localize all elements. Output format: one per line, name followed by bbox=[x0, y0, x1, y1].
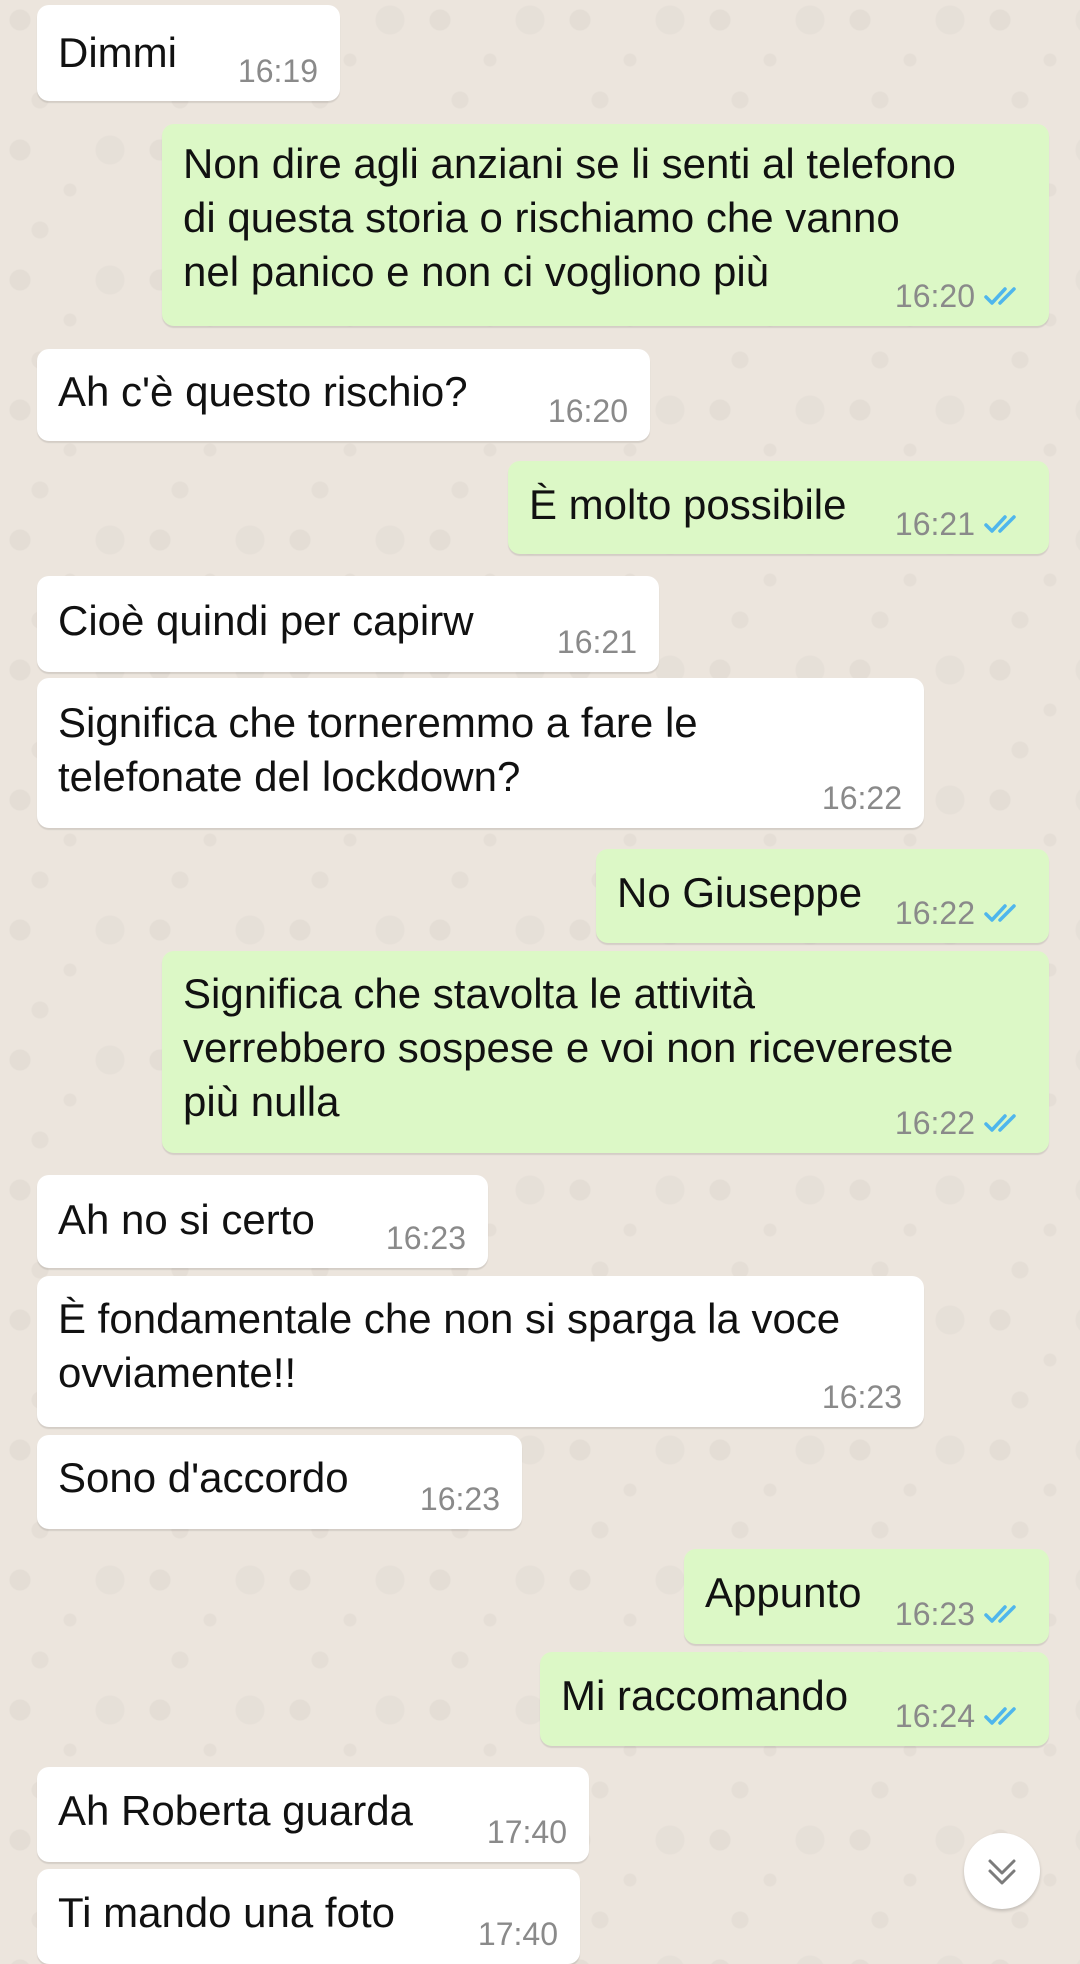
message-text: Mi raccomando bbox=[561, 1672, 849, 1719]
double-check-icon bbox=[984, 1114, 1016, 1132]
message-bubble[interactable]: Ah c'è questo rischio? 16:20 bbox=[37, 349, 650, 441]
message-meta: 16:23 bbox=[386, 1222, 466, 1254]
message-bubble[interactable]: Mi raccomando 16:24 bbox=[540, 1652, 1049, 1746]
message-time: 16:22 bbox=[894, 895, 975, 931]
message-meta: 16:23 bbox=[822, 1381, 902, 1413]
chevron-down-double-icon bbox=[988, 1859, 1016, 1885]
message-meta: 16:21 bbox=[895, 508, 1027, 540]
message-time: 16:23 bbox=[385, 1220, 466, 1256]
double-check-icon bbox=[984, 1707, 1016, 1725]
message-meta: 16:21 bbox=[557, 626, 637, 658]
message-text: Ah Roberta guarda bbox=[58, 1787, 413, 1834]
message-bubble[interactable]: Significa che torneremmo a fare le telef… bbox=[37, 678, 924, 828]
double-check-icon bbox=[984, 515, 1016, 533]
message-meta: 17:40 bbox=[487, 1816, 567, 1848]
message-time: 16:20 bbox=[894, 278, 975, 314]
message-meta: 16:22 bbox=[895, 1107, 1027, 1139]
double-check-icon bbox=[984, 287, 1016, 305]
message-text: Dimmi bbox=[58, 29, 177, 76]
message-meta: 16:20 bbox=[548, 395, 628, 427]
message-time: 16:22 bbox=[821, 780, 902, 816]
message-meta: 16:22 bbox=[895, 897, 1027, 929]
message-text: Cioè quindi per capirw bbox=[58, 597, 474, 644]
message-meta: 16:24 bbox=[895, 1700, 1027, 1732]
message-text: Significa che torneremmo a fare le telef… bbox=[58, 699, 698, 800]
message-meta: 16:19 bbox=[238, 55, 318, 87]
message-time: 16:22 bbox=[894, 1105, 975, 1141]
message-meta: 16:23 bbox=[895, 1598, 1027, 1630]
message-time: 16:23 bbox=[821, 1379, 902, 1415]
message-bubble[interactable]: Dimmi 16:19 bbox=[37, 5, 340, 101]
message-bubble[interactable]: Ah no si certo 16:23 bbox=[37, 1175, 488, 1268]
scroll-down-button[interactable] bbox=[964, 1833, 1040, 1909]
message-bubble[interactable]: Cioè quindi per capirw 16:21 bbox=[37, 576, 659, 672]
message-text: No Giuseppe bbox=[617, 869, 863, 916]
message-meta: 16:20 bbox=[895, 280, 1027, 312]
message-meta: 17:40 bbox=[478, 1918, 558, 1950]
message-time: 16:24 bbox=[894, 1698, 975, 1734]
message-text: Ah no si certo bbox=[58, 1196, 315, 1243]
message-bubble[interactable]: Significa che stavolta le attività verre… bbox=[162, 951, 1049, 1153]
message-text: Appunto bbox=[705, 1569, 862, 1616]
message-text: Significa che stavolta le attività verre… bbox=[183, 970, 954, 1125]
message-text: Sono d'accordo bbox=[58, 1454, 349, 1501]
message-time: 16:23 bbox=[894, 1596, 975, 1632]
message-time: 16:20 bbox=[547, 393, 628, 429]
message-text: È fondamentale che non si sparga la voce… bbox=[58, 1295, 841, 1396]
message-bubble[interactable]: È molto possibile 16:21 bbox=[508, 461, 1049, 554]
message-time: 16:21 bbox=[894, 506, 975, 542]
message-bubble[interactable]: È fondamentale che non si sparga la voce… bbox=[37, 1276, 924, 1427]
message-time: 16:21 bbox=[556, 624, 637, 660]
message-bubble[interactable]: Ah Roberta guarda 17:40 bbox=[37, 1767, 589, 1862]
message-bubble[interactable]: Non dire agli anziani se li senti al tel… bbox=[162, 124, 1049, 326]
message-meta: 16:22 bbox=[822, 782, 902, 814]
message-text: Ah c'è questo rischio? bbox=[58, 368, 468, 415]
message-list[interactable]: Dimmi 16:19 Non dire agli anziani se li … bbox=[0, 0, 1080, 1964]
message-time: 16:19 bbox=[237, 53, 318, 89]
message-text: È molto possibile bbox=[529, 481, 847, 528]
message-bubble[interactable]: No Giuseppe 16:22 bbox=[596, 849, 1049, 943]
double-check-icon bbox=[984, 904, 1016, 922]
message-bubble[interactable]: Sono d'accordo 16:23 bbox=[37, 1435, 522, 1529]
message-text: Non dire agli anziani se li senti al tel… bbox=[183, 140, 956, 295]
message-bubble[interactable]: Appunto 16:23 bbox=[684, 1549, 1049, 1644]
message-time: 17:40 bbox=[477, 1916, 558, 1952]
message-meta: 16:23 bbox=[420, 1483, 500, 1515]
message-text: Ti mando una foto bbox=[58, 1889, 395, 1936]
message-time: 16:23 bbox=[419, 1481, 500, 1517]
double-check-icon bbox=[984, 1605, 1016, 1623]
message-time: 17:40 bbox=[486, 1814, 567, 1850]
message-bubble[interactable]: Ti mando una foto 17:40 bbox=[37, 1869, 580, 1964]
